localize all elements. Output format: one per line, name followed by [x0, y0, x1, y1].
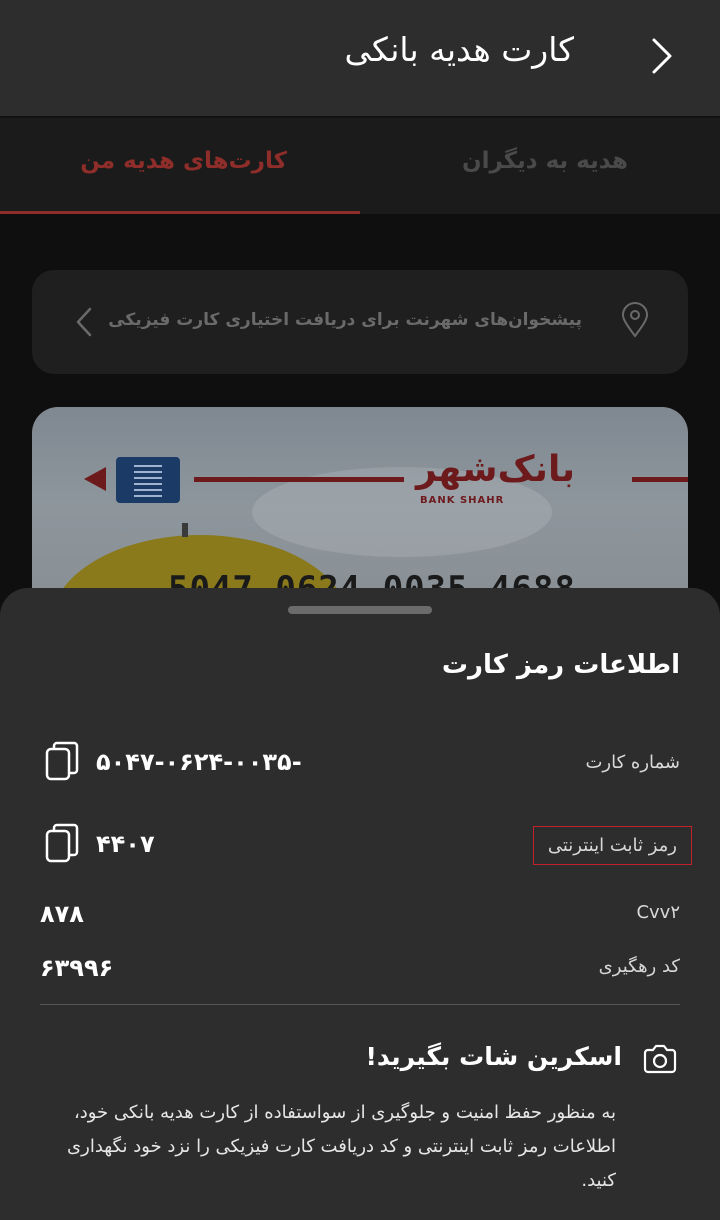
screenshot-title: اسکرین شات بگیرید! [365, 1042, 622, 1071]
copy-internet-password-icon[interactable] [44, 822, 80, 864]
card-arrow-decoration [84, 467, 106, 491]
card-number-value: ۵۰۴۷-۰۶۲۴-۰۰۳۵- [96, 748, 302, 776]
branch-locator-label: پیشخوان‌های شهرنت برای دریافت اختیاری کا… [108, 310, 582, 330]
camera-icon [643, 1044, 677, 1074]
tab-my-gift-cards-label: کارت‌های هدیه من [80, 148, 287, 174]
screenshot-notice-text: به منظور حفظ امنیت و جلوگیری از سواستفاد… [67, 1102, 616, 1191]
sheet-drag-handle[interactable] [288, 606, 432, 614]
internet-password-value: ۴۴۰۷ [96, 830, 155, 858]
card-number-label: شماره کارت [585, 752, 680, 773]
sheet-divider [40, 1004, 680, 1005]
bank-name-fa: بانک‌شهر [416, 449, 575, 490]
shetab-logo [116, 457, 180, 503]
page-title: کارت هدیه بانکی [344, 30, 574, 69]
chevron-left-icon [76, 307, 92, 337]
branch-locator-banner[interactable]: پیشخوان‌های شهرنت برای دریافت اختیاری کا… [32, 270, 688, 374]
cvv2-label: Cvv۲ [636, 902, 680, 923]
tab-gift-to-others[interactable]: هدیه به دیگران [360, 118, 720, 214]
internet-password-label: رمز ثابت اینترنتی [532, 826, 692, 865]
location-pin-icon [621, 302, 649, 338]
tab-bar: کارت‌های هدیه من هدیه به دیگران [0, 118, 720, 214]
tracking-code-label: کد رهگیری [598, 956, 680, 977]
card-umbrella-tip [182, 523, 188, 537]
tab-gift-to-others-label: هدیه به دیگران [461, 148, 628, 174]
card-stripe-left [194, 477, 404, 482]
cvv2-value: ۸۷۸ [40, 900, 84, 928]
card-password-sheet: اطلاعات رمز کارت شماره کارت ۵۰۴۷-۰۶۲۴-۰۰… [0, 588, 720, 1220]
tracking-code-value: ۶۳۹۹۶ [40, 954, 114, 982]
main-content: پیشخوان‌های شهرنت برای دریافت اختیاری کا… [0, 214, 720, 627]
card-stripe-right [632, 477, 688, 482]
back-chevron-icon[interactable] [646, 36, 680, 76]
sheet-title: اطلاعات رمز کارت [441, 650, 680, 680]
bank-name-en: BANK SHAHR [420, 495, 505, 506]
app-header: کارت هدیه بانکی [0, 0, 720, 116]
copy-card-number-icon[interactable] [44, 740, 80, 782]
tab-my-gift-cards[interactable]: کارت‌های هدیه من [0, 118, 360, 214]
